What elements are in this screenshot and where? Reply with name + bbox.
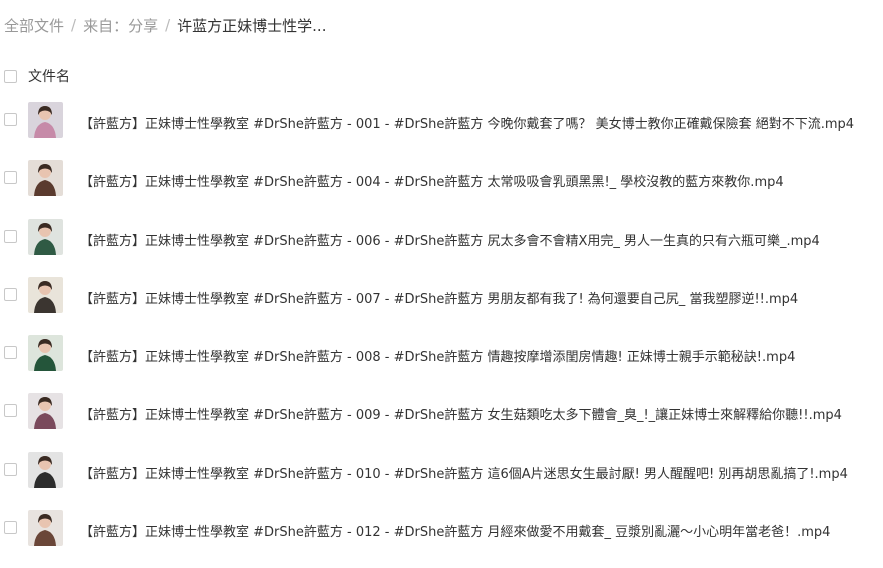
breadcrumb-separator: /	[71, 16, 77, 34]
file-name[interactable]: 【許藍方】正妹博士性學教室 #DrShe許藍方 - 012 - #DrShe許藍…	[80, 521, 830, 540]
file-checkbox[interactable]	[4, 521, 17, 535]
video-thumbnail[interactable]	[28, 451, 63, 488]
file-checkbox[interactable]	[4, 171, 17, 185]
file-name[interactable]: 【許藍方】正妹博士性學教室 #DrShe許藍方 - 010 - #DrShe許藍…	[80, 463, 848, 482]
file-name[interactable]: 【許藍方】正妹博士性學教室 #DrShe許藍方 - 001 - #DrShe許藍…	[80, 113, 854, 132]
file-row[interactable]: 【許藍方】正妹博士性學教室 #DrShe許藍方 - 010 - #DrShe許藍…	[4, 451, 883, 510]
video-thumbnail[interactable]	[28, 102, 63, 138]
video-thumbnail[interactable]	[28, 335, 63, 372]
file-checkbox[interactable]	[4, 287, 17, 301]
video-thumbnail[interactable]	[28, 276, 63, 313]
column-header-filename: 文件名	[28, 69, 70, 85]
file-name[interactable]: 【許藍方】正妹博士性學教室 #DrShe許藍方 - 008 - #DrShe許藍…	[80, 346, 795, 365]
file-list-header: 文件名	[4, 66, 70, 86]
breadcrumb-separator: /	[165, 16, 171, 34]
breadcrumb-current-folder: 许蓝方正妹博士性学...	[177, 16, 327, 35]
breadcrumb-all-files[interactable]: 全部文件	[4, 15, 64, 36]
breadcrumb-from-share[interactable]: 来自：分享	[83, 15, 158, 36]
file-checkbox[interactable]	[4, 113, 17, 126]
file-name[interactable]: 【許藍方】正妹博士性學教室 #DrShe許藍方 - 004 - #DrShe許藍…	[80, 171, 784, 190]
file-row[interactable]: 【許藍方】正妹博士性學教室 #DrShe許藍方 - 008 - #DrShe許藍…	[4, 335, 883, 393]
breadcrumb: 全部文件 / 来自：分享 / 许蓝方正妹博士性学...	[4, 14, 326, 36]
file-checkbox[interactable]	[4, 346, 17, 360]
video-thumbnail[interactable]	[28, 218, 63, 255]
video-thumbnail[interactable]	[28, 510, 63, 547]
file-row[interactable]: 【許藍方】正妹博士性學教室 #DrShe許藍方 - 004 - #DrShe許藍…	[4, 160, 883, 218]
file-row[interactable]: 【許藍方】正妹博士性學教室 #DrShe許藍方 - 009 - #DrShe許藍…	[4, 393, 883, 451]
file-name[interactable]: 【許藍方】正妹博士性學教室 #DrShe許藍方 - 007 - #DrShe許藍…	[80, 288, 798, 307]
file-name[interactable]: 【許藍方】正妹博士性學教室 #DrShe許藍方 - 006 - #DrShe許藍…	[80, 230, 820, 249]
file-checkbox[interactable]	[4, 404, 17, 418]
video-thumbnail[interactable]	[28, 160, 63, 197]
file-row[interactable]: 【許藍方】正妹博士性學教室 #DrShe許藍方 - 006 - #DrShe許藍…	[4, 218, 883, 277]
file-row[interactable]: 【許藍方】正妹博士性學教室 #DrShe許藍方 - 012 - #DrShe許藍…	[4, 510, 883, 568]
video-thumbnail[interactable]	[28, 393, 63, 430]
file-row[interactable]: 【許藍方】正妹博士性學教室 #DrShe許藍方 - 001 - #DrShe許藍…	[4, 102, 883, 160]
file-checkbox[interactable]	[4, 462, 17, 476]
file-name[interactable]: 【許藍方】正妹博士性學教室 #DrShe許藍方 - 009 - #DrShe許藍…	[80, 404, 842, 423]
file-list: 【許藍方】正妹博士性學教室 #DrShe許藍方 - 001 - #DrShe許藍…	[4, 102, 883, 568]
select-all-checkbox[interactable]	[4, 69, 17, 83]
file-checkbox[interactable]	[4, 229, 17, 243]
file-row[interactable]: 【許藍方】正妹博士性學教室 #DrShe許藍方 - 007 - #DrShe許藍…	[4, 276, 883, 335]
